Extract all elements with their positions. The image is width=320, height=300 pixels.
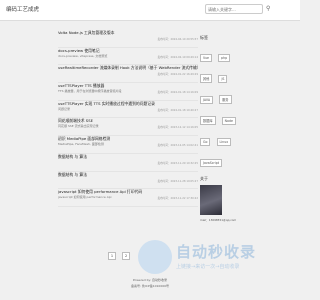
list-item[interactable]: 同花顺前端技术 SSE 同花顺 SSE 流式输出实现记录 发布时间：2023-1…: [58, 118, 198, 137]
post-date: 发布时间：2023-11-22 17:30:22: [157, 197, 198, 201]
site-title[interactable]: 编码工艺成虎: [6, 5, 39, 13]
footer-icp[interactable]: 备案号: 鲁ICP备1010000号: [0, 284, 300, 288]
tag-link[interactable]: Vue: [200, 54, 212, 62]
post-date: 发布时间：2023-12-05 14:02:41: [157, 144, 198, 148]
search-input[interactable]: [205, 4, 263, 14]
watermark-subtitle: 上链接→来访一次→自动收录: [176, 264, 240, 270]
list-item[interactable]: useTTSPlayer 实现 TTS 实时播放过程中遇到的问题记录 问题记录 …: [58, 101, 198, 119]
tag-link[interactable]: Go: [200, 138, 211, 146]
watermark-title: 自动秒收录: [176, 243, 257, 261]
list-item[interactable]: 数据结构 与 算法 发布时间：2023-11-28 19:05:27: [58, 172, 198, 190]
sidebar: 标签 Vue php 其他 JS JAVA 服务 数据库 Node Go Lin…: [200, 35, 245, 222]
page-2-button[interactable]: 2: [122, 252, 131, 260]
about-heading: 关于: [200, 176, 208, 181]
tag-link[interactable]: JAVA: [200, 96, 214, 104]
contact-email: mail：13098551@qq.com: [200, 218, 237, 222]
post-title[interactable]: Volta Node.js 工具包管理及版本: [58, 30, 198, 36]
footer-powered[interactable]: Powered by: 自动秒收录: [0, 278, 300, 282]
list-item[interactable]: Volta Node.js 工具包管理及版本 发布时间：2024-04-10 2…: [58, 30, 198, 48]
tag-link[interactable]: 服务: [219, 95, 232, 104]
tag-cloud: Vue php 其他 JS JAVA 服务 数据库 Node Go Linux …: [200, 44, 245, 170]
tag-link[interactable]: JS: [218, 75, 228, 83]
list-item[interactable]: 初识 MediaPipe 面部网格检测 MediaPipe, FaceMesh,…: [58, 136, 198, 154]
list-item[interactable]: docs-preview 使用笔记 docs-preview, vitepres…: [58, 48, 198, 66]
pagination: 1 2: [108, 242, 131, 261]
post-date: 发布时间：2024-02-19 09:49:14: [157, 55, 198, 59]
post-date: 发布时间：2023-12-12 14:16:05: [157, 126, 198, 130]
tag-link[interactable]: 其他: [200, 74, 213, 83]
post-title[interactable]: 数据结构 与 算法: [58, 172, 198, 178]
post-date: 发布时间：2024-01-18 14:16:09: [157, 91, 198, 95]
post-title[interactable]: useRealtimeRecorder 流媒体录制 Hook 方法说明（基于 W…: [58, 65, 201, 71]
top-header: 编码工艺成虎 ⚲: [0, 0, 300, 21]
post-title[interactable]: 数据结构 与 算法: [58, 154, 198, 160]
watermark-banner: 自动秒收录 上链接→来访一次→自动收录: [138, 238, 288, 276]
post-date: 发布时间：2024-01-18 10:40:27: [157, 108, 198, 112]
footer: Powered by: 自动秒收录 备案号: 鲁ICP备1010000号: [0, 278, 300, 290]
tag-link[interactable]: Node: [221, 117, 236, 125]
list-item[interactable]: useTTSPlayer TTS 播放器 TTS 播放器，用于在浏览器中按序播放…: [58, 83, 198, 101]
tag-link[interactable]: 数据库: [200, 116, 216, 125]
tag-link[interactable]: Linux: [216, 138, 232, 146]
tag-link[interactable]: JavaScript: [200, 159, 222, 167]
avatar: [200, 185, 222, 215]
post-list: Volta Node.js 工具包管理及版本 发布时间：2024-04-10 2…: [58, 30, 201, 207]
list-item[interactable]: useRealtimeRecorder 流媒体录制 Hook 方法说明（基于 W…: [58, 65, 201, 84]
post-date: 发布时间：2024-01-22 16:49:29: [157, 73, 198, 77]
list-item[interactable]: 数据结构 与 算法 发布时间：2023-11-29 10:32:25: [58, 154, 198, 172]
watermark-logo-icon: [138, 240, 172, 274]
post-date: 发布时间：2024-04-10 20:55:57: [157, 38, 198, 41]
tag-link[interactable]: php: [218, 54, 231, 62]
page-1-button[interactable]: 1: [108, 252, 116, 260]
post-date: 发布时间：2023-11-29 10:32:25: [157, 161, 198, 165]
post-date: 发布时间：2023-11-28 19:05:27: [157, 179, 198, 183]
search-icon[interactable]: ⚲: [266, 5, 270, 12]
list-item[interactable]: javascript 如何使用 performance Api 打印代码 jav…: [58, 189, 198, 207]
tags-heading: 标签: [200, 35, 208, 40]
